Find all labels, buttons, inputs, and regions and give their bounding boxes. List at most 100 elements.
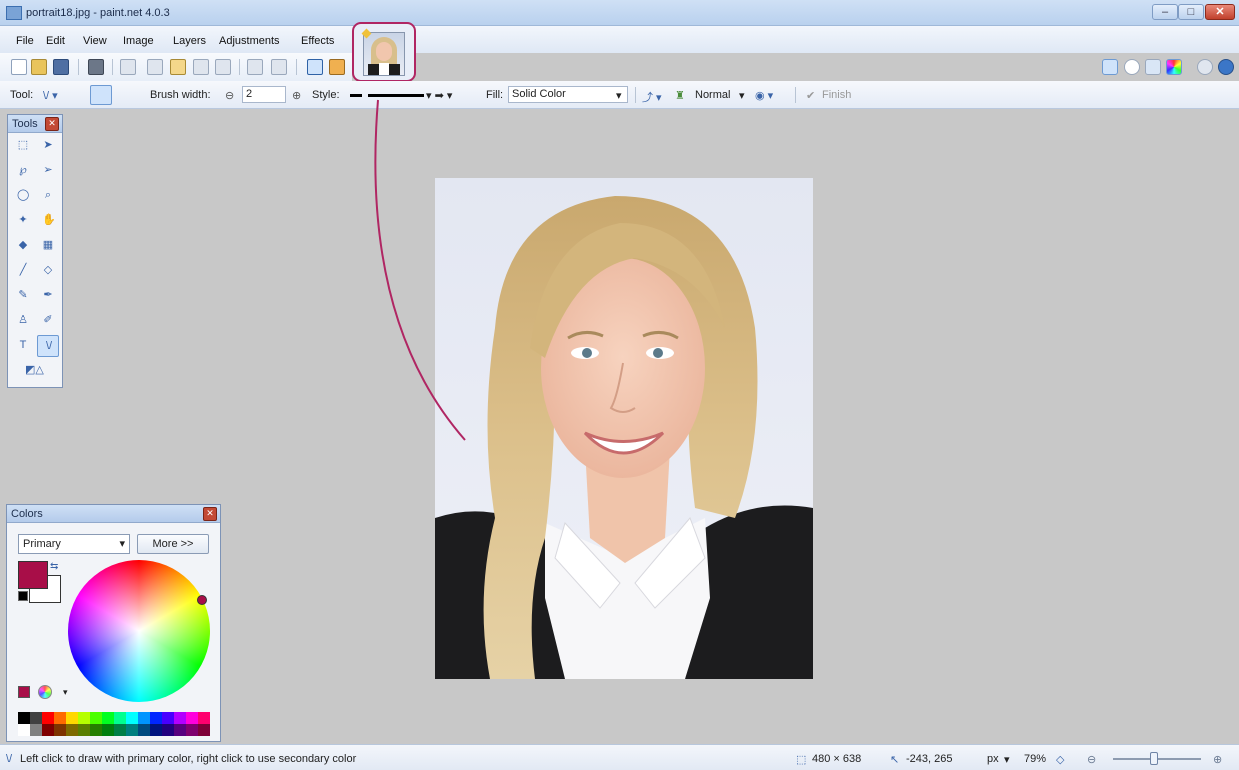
recent-color-swatch[interactable] xyxy=(18,686,30,698)
palette-swatch[interactable] xyxy=(150,724,162,736)
pan-icon[interactable]: ✋ xyxy=(37,210,59,232)
menu-effects[interactable]: Effects xyxy=(301,35,334,47)
palette-swatch[interactable] xyxy=(186,712,198,724)
spline-mode-icon[interactable] xyxy=(90,85,112,105)
palette-swatch[interactable] xyxy=(54,724,66,736)
more-colors-button[interactable]: More >> xyxy=(137,534,209,554)
zoom-out-icon[interactable]: ⊖ xyxy=(1087,753,1096,766)
blend-mode-icon[interactable]: ♜ xyxy=(675,89,685,102)
palette-swatch[interactable] xyxy=(186,724,198,736)
close-button[interactable]: ✕ xyxy=(1205,4,1235,20)
redo-icon[interactable] xyxy=(271,59,287,75)
colors-window-icon[interactable] xyxy=(1166,59,1182,75)
swap-colors-icon[interactable]: ⇆ xyxy=(50,561,58,572)
colors-panel-close-button[interactable]: ✕ xyxy=(203,507,217,521)
palette-menu-arrow-icon[interactable]: ▾ xyxy=(63,687,68,698)
zoom-to-window-icon[interactable]: ◇ xyxy=(1056,753,1064,766)
move-selection-icon[interactable]: ➢ xyxy=(37,160,59,182)
palette-swatch[interactable] xyxy=(138,712,150,724)
paintbrush-icon[interactable]: ╱ xyxy=(12,260,34,282)
palette-swatch[interactable] xyxy=(126,712,138,724)
palette-swatch[interactable] xyxy=(90,724,102,736)
finish-button[interactable]: Finish xyxy=(822,89,851,101)
image-tab-highlight[interactable] xyxy=(352,22,416,82)
palette-swatch[interactable] xyxy=(162,712,174,724)
antialiasing-icon[interactable]: ⤴ ▾ xyxy=(642,89,662,105)
current-tool-icon[interactable]: \/ ▾ xyxy=(43,89,58,102)
palette-swatch[interactable] xyxy=(54,712,66,724)
new-image-icon[interactable] xyxy=(11,59,27,75)
rectangle-select-icon[interactable]: ⬚ xyxy=(12,135,34,157)
gradient-icon[interactable]: ▦ xyxy=(37,235,59,257)
magic-wand-icon[interactable]: ✦ xyxy=(12,210,34,232)
menu-adjustments[interactable]: Adjustments xyxy=(219,35,280,47)
shapes-icon[interactable]: ◩△ xyxy=(20,360,50,382)
palette-swatch[interactable] xyxy=(30,724,42,736)
lasso-select-icon[interactable]: ℘ xyxy=(12,160,34,182)
copy-icon[interactable] xyxy=(147,59,163,75)
paint-bucket-icon[interactable]: ◆ xyxy=(12,235,34,257)
palette-swatch[interactable] xyxy=(78,712,90,724)
palette-swatch[interactable] xyxy=(126,724,138,736)
zoom-icon[interactable]: ⌕ xyxy=(37,185,59,207)
ellipse-select-icon[interactable]: ◯ xyxy=(12,185,34,207)
palette-swatch[interactable] xyxy=(42,712,54,724)
decrease-width-icon[interactable]: ⊖ xyxy=(225,89,234,102)
fill-dropdown[interactable]: Solid Color xyxy=(508,86,628,103)
zoom-in-icon[interactable]: ⊕ xyxy=(1213,753,1222,766)
palette-swatch[interactable] xyxy=(66,724,78,736)
menu-view[interactable]: View xyxy=(83,35,107,47)
pencil-icon[interactable]: ✎ xyxy=(12,285,34,307)
palette-swatch[interactable] xyxy=(18,712,30,724)
print-icon[interactable] xyxy=(88,59,104,75)
tools-window-icon[interactable] xyxy=(1102,59,1118,75)
palette-swatch[interactable] xyxy=(66,712,78,724)
crop-to-selection-icon[interactable] xyxy=(193,59,209,75)
help-icon[interactable] xyxy=(1218,59,1234,75)
image-canvas[interactable] xyxy=(435,178,813,679)
deselect-icon[interactable] xyxy=(215,59,231,75)
color-wheel[interactable] xyxy=(68,560,210,702)
palette-swatch[interactable] xyxy=(42,724,54,736)
menu-image[interactable]: Image xyxy=(123,35,154,47)
selection-mode-icon[interactable]: ◉ ▾ xyxy=(755,89,773,102)
text-icon[interactable]: T xyxy=(12,335,34,357)
paste-icon[interactable] xyxy=(170,59,186,75)
move-selected-pixels-icon[interactable]: ➤ xyxy=(37,135,59,157)
line-curve-icon[interactable]: \/ xyxy=(37,335,59,357)
cut-icon[interactable] xyxy=(120,59,136,75)
palette-swatch[interactable] xyxy=(18,724,30,736)
blend-mode-dropdown[interactable]: Normal xyxy=(695,89,730,101)
palette-swatch[interactable] xyxy=(138,724,150,736)
image-thumbnail[interactable] xyxy=(363,32,405,76)
menu-file[interactable]: File xyxy=(16,35,34,47)
palette-swatch[interactable] xyxy=(150,712,162,724)
units-dropdown[interactable]: px xyxy=(987,753,999,765)
clone-stamp-icon[interactable]: ♙ xyxy=(12,310,34,332)
palette-swatch[interactable] xyxy=(102,724,114,736)
zoom-level[interactable]: 79% xyxy=(1024,753,1046,765)
history-window-icon[interactable] xyxy=(1124,59,1140,75)
tools-panel-close-button[interactable]: ✕ xyxy=(45,117,59,131)
maximize-button[interactable]: □ xyxy=(1178,4,1204,20)
eraser-icon[interactable]: ◇ xyxy=(37,260,59,282)
color-mode-dropdown[interactable]: Primary ▾ xyxy=(18,534,130,554)
units-arrow-icon[interactable]: ▾ xyxy=(1004,753,1010,766)
minimize-button[interactable]: – xyxy=(1152,4,1178,20)
primary-color-swatch[interactable] xyxy=(18,561,48,589)
undo-icon[interactable] xyxy=(247,59,263,75)
color-picker-icon[interactable]: ✒ xyxy=(37,285,59,307)
recolor-icon[interactable]: ✐ xyxy=(37,310,59,332)
brush-width-field[interactable]: 2 xyxy=(242,86,286,103)
palette-swatch[interactable] xyxy=(30,712,42,724)
palette-swatch[interactable] xyxy=(114,712,126,724)
palette-swatch[interactable] xyxy=(114,724,126,736)
zoom-slider-thumb[interactable] xyxy=(1150,752,1158,765)
settings-gear-icon[interactable] xyxy=(1197,59,1213,75)
palette-menu-icon[interactable] xyxy=(38,685,52,699)
increase-width-icon[interactable]: ⊕ xyxy=(292,89,301,102)
layers-window-icon[interactable] xyxy=(1145,59,1161,75)
menu-layers[interactable]: Layers xyxy=(173,35,206,47)
palette-swatch[interactable] xyxy=(174,712,186,724)
color-wheel-marker[interactable] xyxy=(197,595,207,605)
